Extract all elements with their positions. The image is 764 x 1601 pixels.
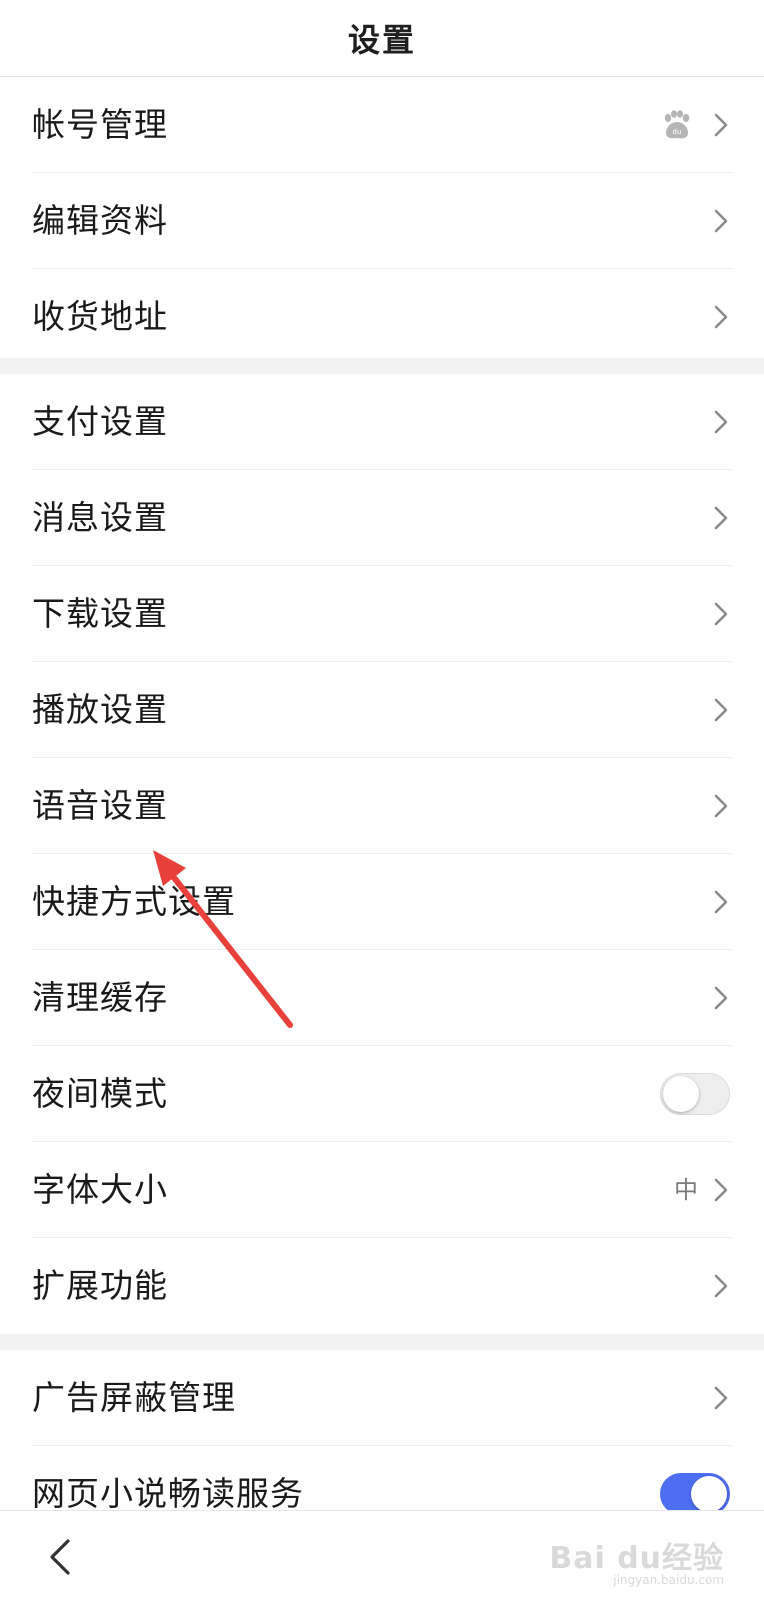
settings-row-clear-cache[interactable]: 清理缓存 — [32, 950, 732, 1046]
back-arrow-icon[interactable] — [44, 1537, 74, 1577]
settings-row-download[interactable]: 下载设置 — [32, 566, 732, 662]
bottom-toolbar: Bai du经验 jingyan.baidu.com — [0, 1510, 764, 1601]
header: 设置 — [0, 0, 764, 77]
chevron-right-icon — [714, 986, 728, 1010]
settings-row-ad-block[interactable]: 广告屏蔽管理 — [32, 1350, 732, 1446]
settings-row-extensions[interactable]: 扩展功能 — [32, 1238, 732, 1334]
svg-text:du: du — [673, 128, 682, 136]
watermark-url: jingyan.baidu.com — [613, 1573, 724, 1587]
toggle-knob — [663, 1076, 699, 1112]
chevron-right-icon — [714, 602, 728, 626]
row-label: 清理缓存 — [32, 978, 168, 1017]
chevron-right-icon — [714, 698, 728, 722]
novel-reading-toggle[interactable] — [660, 1473, 730, 1515]
row-label: 编辑资料 — [32, 201, 168, 240]
watermark-logo: Bai du经验 — [549, 1541, 724, 1576]
font-size-value: 中 — [674, 1176, 698, 1204]
chevron-right-icon — [714, 506, 728, 530]
toggle-knob — [691, 1476, 727, 1512]
settings-row-messages[interactable]: 消息设置 — [32, 470, 732, 566]
row-label: 收货地址 — [32, 297, 168, 336]
chevron-right-icon — [714, 794, 728, 818]
chevron-right-icon — [714, 209, 728, 233]
chevron-right-icon — [714, 1386, 728, 1410]
section-divider — [0, 1334, 764, 1350]
chevron-right-icon — [714, 113, 728, 137]
chevron-right-icon — [714, 1274, 728, 1298]
settings-row-voice[interactable]: 语音设置 — [32, 758, 732, 854]
baidu-paw-icon: du — [664, 110, 690, 139]
row-label: 语音设置 — [32, 786, 168, 825]
settings-row-playback[interactable]: 播放设置 — [32, 662, 732, 758]
account-section: 帐号管理 du 编辑资料 收货地址 — [0, 77, 764, 365]
row-label: 字体大小 — [32, 1170, 168, 1209]
settings-row-account-management[interactable]: 帐号管理 du — [32, 77, 732, 173]
night-mode-toggle[interactable] — [660, 1073, 730, 1115]
chevron-right-icon — [714, 410, 728, 434]
settings-row-edit-profile[interactable]: 编辑资料 — [32, 173, 732, 269]
settings-row-font-size[interactable]: 字体大小 中 — [32, 1142, 732, 1238]
row-label: 广告屏蔽管理 — [32, 1378, 236, 1417]
settings-row-shortcut[interactable]: 快捷方式设置 — [32, 854, 732, 950]
row-label: 下载设置 — [32, 594, 168, 633]
row-label: 帐号管理 — [32, 105, 168, 144]
settings-row-payment[interactable]: 支付设置 — [32, 374, 732, 470]
chevron-right-icon — [714, 890, 728, 914]
chevron-right-icon — [714, 305, 728, 329]
row-label: 夜间模式 — [32, 1074, 168, 1113]
row-label: 支付设置 — [32, 402, 168, 441]
settings-row-night-mode: 夜间模式 — [32, 1046, 732, 1142]
page-title: 设置 — [347, 21, 416, 59]
section-divider — [0, 358, 764, 374]
row-label: 播放设置 — [32, 690, 168, 729]
row-label: 扩展功能 — [32, 1266, 168, 1305]
row-label: 消息设置 — [32, 498, 168, 537]
row-label: 快捷方式设置 — [32, 882, 236, 921]
preferences-section: 支付设置 消息设置 下载设置 播放设置 语音设置 快捷方式设置 清理缓存 夜间模… — [0, 374, 764, 1334]
settings-row-shipping-address[interactable]: 收货地址 — [32, 269, 732, 365]
chevron-right-icon — [714, 1178, 728, 1202]
